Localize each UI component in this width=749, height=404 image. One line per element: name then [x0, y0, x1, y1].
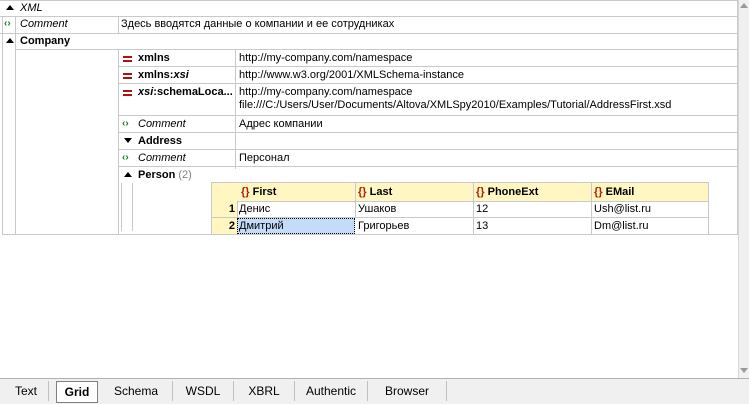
comment-icon: ‹›: [4, 18, 11, 29]
row-number[interactable]: 1: [211, 201, 238, 218]
scroll-down-icon[interactable]: [740, 368, 748, 373]
tab-xbrl[interactable]: XBRL: [234, 381, 295, 401]
tab-text[interactable]: Text: [4, 381, 49, 401]
person-collapse-icon[interactable]: [124, 172, 132, 177]
attr-schemalocation-value2[interactable]: file:///C:/Users/User/Documents/Altova/X…: [239, 99, 671, 112]
table-cell[interactable]: Денис: [237, 201, 356, 218]
attr-schemalocation-value[interactable]: http://my-company.com/namespace: [239, 86, 412, 99]
tab-schema[interactable]: Schema: [100, 381, 173, 401]
comment-icon: ‹›: [122, 118, 129, 129]
table-cell[interactable]: Ушаков: [356, 201, 474, 218]
table-cell[interactable]: Григорьев: [356, 218, 474, 235]
company-comment-value[interactable]: Адрес компании: [239, 118, 323, 131]
braces-icon: {}: [358, 186, 367, 198]
person-label: Person (2): [138, 169, 192, 181]
attr-xmlns-xsi-name: xmlns:xsi: [138, 69, 189, 81]
row-number[interactable]: 2: [211, 218, 238, 235]
attr-schemalocation-name: xsi:schemaLoca...: [138, 86, 233, 98]
braces-icon: {}: [594, 186, 603, 198]
table-cell[interactable]: Dm@list.ru: [592, 218, 709, 235]
tab-browser[interactable]: Browser: [368, 381, 447, 401]
column-header-last[interactable]: {} Last: [356, 182, 474, 202]
address-label: Address: [138, 135, 183, 147]
column-header-phoneext[interactable]: {} PhoneExt: [474, 182, 592, 202]
attr-xmlns-value[interactable]: http://my-company.com/namespace: [239, 52, 412, 65]
address-expand-icon[interactable]: [124, 138, 132, 143]
company-comment2-value[interactable]: Персонал: [239, 152, 290, 165]
company-comment2-label: Comment: [138, 152, 186, 164]
table-cell[interactable]: Ush@list.ru: [592, 201, 709, 218]
column-header-email[interactable]: {} EMail: [592, 182, 709, 202]
table-cell-selected[interactable]: Дмитрий: [237, 218, 355, 234]
attr-xmlns-xsi-value[interactable]: http://www.w3.org/2001/XMLSchema-instanc…: [239, 69, 464, 82]
table-cell[interactable]: 12: [474, 201, 592, 218]
braces-icon: {}: [476, 186, 485, 198]
equals-icon: [123, 72, 132, 80]
column-header-first[interactable]: {} First: [237, 182, 356, 202]
attr-xmlns-name: xmlns: [138, 52, 170, 64]
equals-icon: [123, 89, 132, 97]
company-comment-label: Comment: [138, 118, 186, 130]
tab-grid[interactable]: Grid: [56, 381, 98, 403]
doc-comment-label: Comment: [20, 18, 68, 30]
braces-icon: {}: [241, 186, 250, 198]
equals-icon: [123, 55, 132, 63]
root-collapse-icon[interactable]: [6, 5, 14, 10]
table-cell[interactable]: 13: [474, 218, 592, 235]
view-tabs: Text Grid Schema WSDL XBRL Authentic Bro…: [0, 378, 749, 404]
root-label: XML: [20, 2, 43, 14]
comment-icon: ‹›: [122, 152, 129, 163]
table-corner: [211, 182, 238, 202]
company-collapse-icon[interactable]: [6, 38, 14, 43]
doc-comment-value[interactable]: Здесь вводятся данные о компании и ее со…: [121, 18, 394, 31]
company-label: Company: [20, 35, 71, 47]
scroll-up-icon[interactable]: [740, 3, 748, 8]
vertical-scrollbar[interactable]: [738, 0, 749, 378]
tab-wsdl[interactable]: WSDL: [173, 381, 234, 401]
tab-authentic[interactable]: Authentic: [295, 381, 368, 401]
